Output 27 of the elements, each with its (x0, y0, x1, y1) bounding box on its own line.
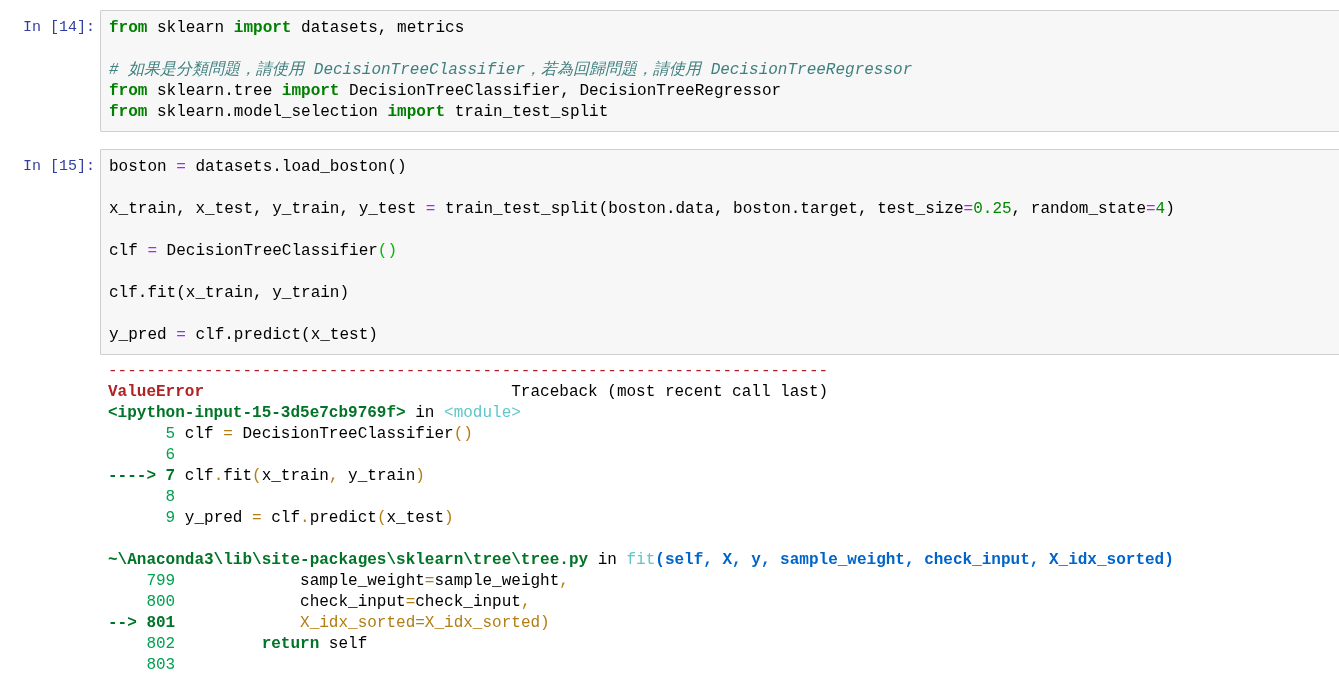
code-line: from sklearn.tree import DecisionTreeClassifier, DecisionTreeRegressor (109, 81, 782, 102)
traceback-line: 802 return self (145, 634, 368, 655)
cell-prompt: In [15]: (22, 157, 96, 177)
code-line: clf.fit(x_train, y_train) (109, 283, 350, 304)
traceback-line: --------------------------------------------------------------------------- (108, 361, 829, 382)
traceback-line: ~\Anaconda3\lib\site-packages\sklearn\tree\tree.py in fit(self, X, y, sample_weight, check_input, X_idx_sorted) (108, 550, 1174, 571)
traceback-line: <ipython-input-15-3d5e7cb9769f> in <module> (108, 403, 521, 424)
code-line: # 如果是分類問題，請使用 DecisionTreeClassifier，若為回歸問題，請使用 DecisionTreeRegressor (109, 60, 913, 81)
code-line: clf = DecisionTreeClassifier() (109, 241, 398, 262)
code-line: from sklearn import datasets, metrics (109, 18, 465, 39)
code-cell-input[interactable] (100, 149, 1339, 355)
traceback-line: 9 y_pred = clf.predict(x_test) (164, 508, 454, 529)
code-cell-input[interactable] (100, 10, 1339, 132)
traceback-line: 6 (164, 445, 176, 466)
code-line: from sklearn.model_selection import train_test_split (109, 102, 609, 123)
traceback-line: 803 (145, 655, 176, 676)
code-line: y_pred = clf.predict(x_test) (109, 325, 378, 346)
code-line: boston = datasets.load_boston() (109, 157, 407, 178)
traceback-line: 5 clf = DecisionTreeClassifier() (164, 424, 473, 445)
traceback-line: ValueError Traceback (most recent call last) (108, 382, 829, 403)
traceback-line: 799 sample_weight=sample_weight, (145, 571, 569, 592)
traceback-line: ----> 7 clf.fit(x_train, y_train) (108, 466, 425, 487)
traceback-line: --> 801 X_idx_sorted=X_idx_sorted) (108, 613, 550, 634)
cell-prompt: In [14]: (22, 18, 96, 38)
traceback-line: 800 check_input=check_input, (145, 592, 531, 613)
traceback-line: 8 (164, 487, 176, 508)
code-line: x_train, x_test, y_train, y_test = train_test_split(boston.data, boston.target, test_size=0.25, random_state=4) (109, 199, 1175, 220)
